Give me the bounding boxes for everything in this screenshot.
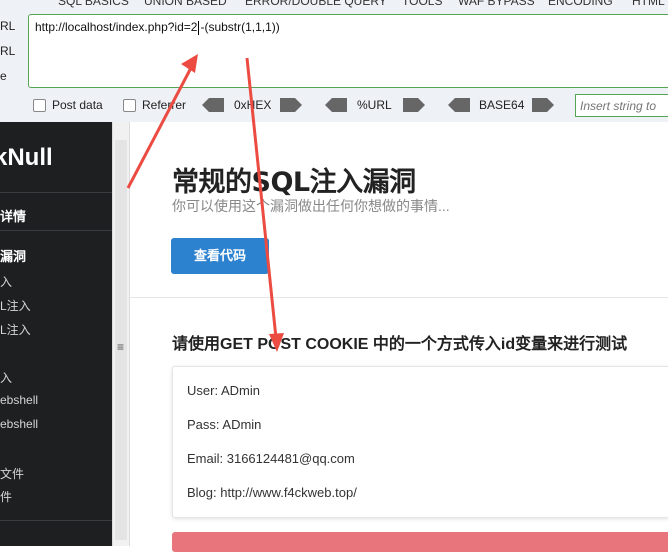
options-row: Post data Referrer 0xHEX %URL BASE64 — [0, 94, 668, 120]
resize-grip-icon[interactable]: ≡ — [117, 340, 124, 354]
pass-line: Pass: ADmin — [187, 417, 262, 432]
email-line: Email: 3166124481@qq.com — [187, 451, 355, 466]
hex-encode-arrow-icon[interactable] — [280, 98, 302, 112]
menu-encoding[interactable]: ENCODING — [548, 0, 613, 8]
sidebar-scrollbar[interactable]: ≡ — [112, 122, 130, 546]
url-text: http://localhost/index.php?id=2 -(substr(… — [35, 20, 280, 35]
blog-line: Blog: http://www.f4ckweb.top/ — [187, 485, 357, 500]
sidebar-item-webshell-1[interactable]: ebshell — [0, 393, 38, 407]
sidebar-divider — [0, 192, 112, 193]
result-card: User: ADmin Pass: ADmin Email: 316612448… — [172, 366, 668, 518]
insert-string-input[interactable] — [575, 94, 668, 117]
sidebar-divider — [0, 230, 112, 231]
sidebar-item-sql-injection-1[interactable]: L注入 — [0, 297, 31, 314]
menu-union-based[interactable]: UNION BASED — [144, 0, 227, 8]
url-after-cursor: -(substr(1,1,1)) — [200, 20, 280, 34]
sidebar-item-file-1[interactable]: 文件 — [0, 465, 24, 482]
sidebar-item-injection-2[interactable]: 入 — [0, 369, 12, 386]
load-url-label[interactable]: RL — [0, 19, 15, 33]
sidebar-item-sql-injection-2[interactable]: L注入 — [0, 321, 31, 338]
view-code-button[interactable]: 查看代码 — [171, 238, 269, 274]
url-decode-arrow-icon[interactable] — [325, 98, 347, 112]
url-before-cursor: http://localhost/index.php?id=2 — [35, 20, 198, 34]
post-data-label: Post data — [52, 98, 103, 112]
base64-encode-arrow-icon[interactable] — [532, 98, 554, 112]
url-encode-label: %URL — [357, 98, 392, 112]
sidebar-item-vulns[interactable]: 漏洞 — [0, 246, 26, 265]
hackbar-menu: SQL BASICS UNION BASED ERROR/DOUBLE QUER… — [0, 0, 668, 8]
menu-html[interactable]: HTML — [632, 0, 665, 8]
base64-label: BASE64 — [479, 98, 525, 112]
hex-decode-arrow-icon[interactable] — [202, 98, 224, 112]
sidebar-item-webshell-2[interactable]: ebshell — [0, 417, 38, 431]
menu-sql-basics[interactable]: SQL BASICS — [58, 0, 129, 8]
sidebar-item-injection[interactable]: 入 — [0, 273, 12, 290]
section-heading: 请使用GET POST COOKIE 中的一个方式传入id变量来进行测试 — [172, 336, 628, 353]
url-encode-arrow-icon[interactable] — [403, 98, 425, 112]
page-title: 常规的SQL注入漏洞 — [172, 167, 416, 198]
hex-label: 0xHEX — [234, 98, 272, 112]
page-subtitle: 你可以使用这个漏洞做出任何你想做的事情... — [172, 198, 450, 214]
sidebar-item-details[interactable]: 详情 — [0, 206, 26, 225]
sidebar: kNull 详情 漏洞 入 L注入 L注入 入 ebshell ebshell … — [0, 122, 112, 546]
alert-bar — [172, 532, 668, 552]
sidebar-divider — [0, 520, 112, 521]
menu-tools[interactable]: TOOLS — [402, 0, 442, 8]
sidebar-item-file-2[interactable]: 件 — [0, 488, 12, 505]
brand-logo[interactable]: kNull — [0, 144, 53, 172]
menu-error-double-query[interactable]: ERROR/DOUBLE QUERY — [245, 0, 387, 8]
referrer-checkbox[interactable] — [123, 99, 136, 112]
execute-label[interactable]: e — [0, 69, 7, 83]
menu-waf-bypass[interactable]: WAF BYPASS — [458, 0, 535, 8]
referrer-label: Referrer — [142, 98, 187, 112]
main-content: 常规的SQL注入漏洞 你可以使用这个漏洞做出任何你想做的事情... 查看代码 请… — [130, 122, 668, 552]
split-url-label[interactable]: RL — [0, 44, 15, 58]
base64-decode-arrow-icon[interactable] — [448, 98, 470, 112]
post-data-checkbox[interactable] — [33, 99, 46, 112]
hackbar-toolbar: SQL BASICS UNION BASED ERROR/DOUBLE QUER… — [0, 0, 668, 122]
user-line: User: ADmin — [187, 383, 260, 398]
url-textarea[interactable]: http://localhost/index.php?id=2 -(substr(… — [28, 14, 668, 88]
section-divider — [130, 297, 668, 298]
